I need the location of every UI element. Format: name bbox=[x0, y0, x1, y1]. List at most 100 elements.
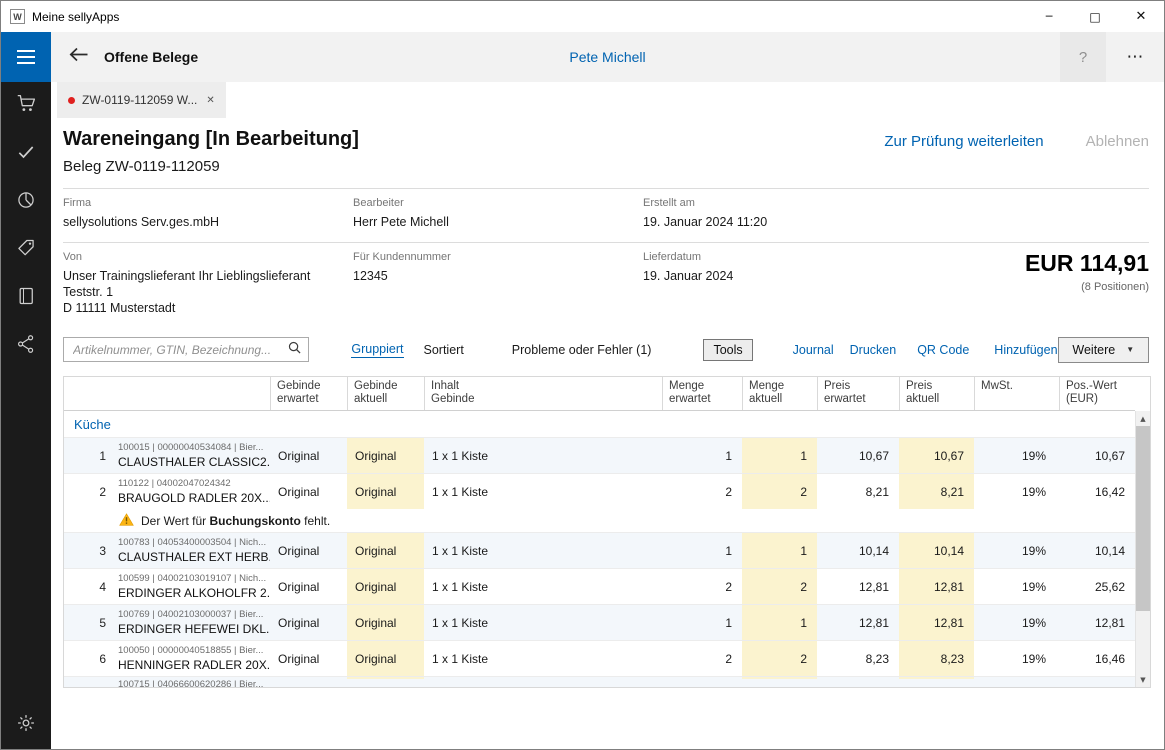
table-row[interactable]: 1 100015 | 00000040534084 | Bier... CLAU… bbox=[64, 437, 1135, 473]
gebinde-aktuell-cell[interactable]: Original bbox=[347, 569, 424, 604]
journal-link[interactable]: Journal bbox=[793, 343, 834, 357]
list-toolbar: Gruppiert Sortiert Probleme oder Fehler … bbox=[63, 336, 1149, 363]
sidebar-item-reports[interactable] bbox=[1, 178, 51, 226]
scrollbar-thumb[interactable] bbox=[1136, 426, 1150, 611]
tools-button[interactable]: Tools bbox=[703, 339, 752, 361]
row-number: 5 bbox=[64, 605, 114, 640]
gebinde-aktuell-cell[interactable] bbox=[347, 677, 424, 679]
menge-aktuell-cell[interactable]: 2 bbox=[742, 569, 817, 604]
col-header-gebinde-aktuell[interactable]: Gebinde aktuell bbox=[347, 377, 424, 410]
field-erstellt-am: Erstellt am 19. Januar 2024 11:20 bbox=[643, 197, 1149, 230]
sidebar-item-share[interactable] bbox=[1, 322, 51, 370]
search-icon[interactable] bbox=[288, 341, 301, 359]
gebinde-erwartet-cell bbox=[270, 677, 347, 679]
sidebar-item-settings[interactable] bbox=[1, 701, 51, 749]
maximize-button[interactable]: □ bbox=[1072, 1, 1118, 32]
pos-wert-cell: 25,62 bbox=[1059, 569, 1135, 604]
sidebar-item-cart[interactable] bbox=[1, 82, 51, 130]
menge-aktuell-cell[interactable] bbox=[742, 677, 817, 679]
gebinde-aktuell-cell[interactable]: Original bbox=[347, 474, 424, 509]
preis-erwartet-cell bbox=[817, 677, 899, 679]
preis-aktuell-cell[interactable]: 8,23 bbox=[899, 641, 974, 676]
row-number: 1 bbox=[64, 438, 114, 473]
article-cell: 100015 | 00000040534084 | Bier... CLAUST… bbox=[114, 438, 270, 473]
preis-aktuell-cell[interactable]: 12,81 bbox=[899, 569, 974, 604]
preis-aktuell-cell[interactable]: 12,81 bbox=[899, 605, 974, 640]
article-cell: 100769 | 04002103000037 | Bier... ERDING… bbox=[114, 605, 270, 640]
hamburger-menu-button[interactable] bbox=[1, 32, 51, 82]
article-name: HENNINGER RADLER 20X... bbox=[118, 658, 270, 672]
back-button[interactable] bbox=[64, 47, 92, 67]
menge-aktuell-cell[interactable]: 1 bbox=[742, 533, 817, 568]
table-row-partial[interactable]: 100715 | 04066600620286 | Bier... bbox=[64, 676, 1135, 687]
preis-aktuell-cell[interactable]: 8,21 bbox=[899, 474, 974, 509]
table-scrollbar[interactable]: ▲ ▼ bbox=[1135, 411, 1150, 687]
tab-wareneingang[interactable]: ZW-0119-112059 W... ✕ bbox=[57, 82, 226, 118]
row-number bbox=[64, 677, 114, 679]
group-row-kueche[interactable]: Küche bbox=[64, 411, 1135, 437]
filter-gruppiert[interactable]: Gruppiert bbox=[351, 342, 403, 358]
user-name[interactable]: Pete Michell bbox=[569, 49, 645, 65]
hinzufuegen-link[interactable]: Hinzufügen bbox=[994, 343, 1057, 357]
mwst-cell: 19% bbox=[974, 605, 1059, 640]
table-row[interactable]: 4 100599 | 04002103019107 | Nich... ERDI… bbox=[64, 568, 1135, 604]
col-header-pos-wert[interactable]: Pos.-Wert (EUR) bbox=[1059, 377, 1135, 410]
tab-close-icon[interactable]: ✕ bbox=[206, 95, 214, 106]
article-cell: 100050 | 00000040518855 | Bier... HENNIN… bbox=[114, 641, 270, 676]
sidebar-item-articles[interactable] bbox=[1, 226, 51, 274]
weitere-dropdown-button[interactable]: Weitere ▼ bbox=[1058, 337, 1149, 363]
menge-aktuell-cell[interactable]: 2 bbox=[742, 641, 817, 676]
preis-aktuell-cell[interactable]: 10,14 bbox=[899, 533, 974, 568]
col-header-menge-erwartet[interactable]: Menge erwartet bbox=[662, 377, 742, 410]
col-header-menge-aktuell[interactable]: Menge aktuell bbox=[742, 377, 817, 410]
gebinde-aktuell-cell[interactable]: Original bbox=[347, 605, 424, 640]
close-button[interactable]: ✕ bbox=[1118, 1, 1164, 32]
col-header-gebinde-erwartet[interactable]: Gebinde erwartet bbox=[270, 377, 347, 410]
col-header-preis-erwartet[interactable]: Preis erwartet bbox=[817, 377, 899, 410]
help-button[interactable]: ? bbox=[1060, 32, 1106, 82]
preis-aktuell-cell[interactable] bbox=[899, 677, 974, 679]
reject-button[interactable]: Ablehnen bbox=[1086, 133, 1149, 150]
col-header-mwst[interactable]: MwSt. bbox=[974, 377, 1059, 410]
table-row[interactable]: 5 100769 | 04002103000037 | Bier... ERDI… bbox=[64, 604, 1135, 640]
scrollbar-up-arrow[interactable]: ▲ bbox=[1136, 411, 1150, 426]
inhalt-cell: 1 x 1 Kiste bbox=[424, 474, 662, 509]
minimize-button[interactable]: ─ bbox=[1026, 1, 1072, 32]
menge-aktuell-cell[interactable]: 1 bbox=[742, 605, 817, 640]
more-options-button[interactable]: ⋯ bbox=[1106, 32, 1164, 82]
sidebar-item-journal[interactable] bbox=[1, 274, 51, 322]
table-row[interactable]: 6 100050 | 00000040518855 | Bier... HENN… bbox=[64, 640, 1135, 676]
inhalt-cell bbox=[424, 677, 662, 679]
table-row[interactable]: 3 100783 | 04053400003504 | Nich... CLAU… bbox=[64, 532, 1135, 568]
article-name: CLAUSTHALER EXT HERB... bbox=[118, 550, 270, 564]
gebinde-aktuell-cell[interactable]: Original bbox=[347, 438, 424, 473]
field-value: 12345 bbox=[353, 268, 643, 284]
search-input-box[interactable] bbox=[63, 337, 309, 362]
col-header-preis-aktuell[interactable]: Preis aktuell bbox=[899, 377, 974, 410]
sidebar bbox=[1, 32, 51, 749]
document-meta-row1: Firma sellysolutions Serv.ges.mbH Bearbe… bbox=[63, 188, 1149, 242]
sidebar-item-tasks[interactable] bbox=[1, 130, 51, 178]
scrollbar-down-arrow[interactable]: ▼ bbox=[1136, 672, 1150, 687]
table-row[interactable]: 2 110122 | 04002047024342 BRAUGOLD RADLE… bbox=[64, 473, 1135, 509]
gebinde-aktuell-cell[interactable]: Original bbox=[347, 641, 424, 676]
forward-for-review-button[interactable]: Zur Prüfung weiterleiten bbox=[884, 133, 1043, 150]
preis-aktuell-cell[interactable]: 10,67 bbox=[899, 438, 974, 473]
search-input[interactable] bbox=[71, 342, 288, 358]
menge-aktuell-cell[interactable]: 1 bbox=[742, 438, 817, 473]
menge-aktuell-cell[interactable]: 2 bbox=[742, 474, 817, 509]
mwst-cell: 19% bbox=[974, 533, 1059, 568]
qr-code-link[interactable]: QR Code bbox=[917, 343, 969, 357]
col-header-article bbox=[114, 377, 270, 410]
menge-erwartet-cell: 1 bbox=[662, 438, 742, 473]
filter-sortiert[interactable]: Sortiert bbox=[424, 343, 464, 357]
filter-probleme-fehler[interactable]: Probleme oder Fehler (1) bbox=[512, 343, 652, 357]
menge-erwartet-cell: 2 bbox=[662, 569, 742, 604]
gebinde-aktuell-cell[interactable]: Original bbox=[347, 533, 424, 568]
article-name: ERDINGER ALKOHOLFR 2... bbox=[118, 586, 270, 600]
drucken-link[interactable]: Drucken bbox=[850, 343, 897, 357]
article-code: 100050 | 00000040518855 | Bier... bbox=[118, 645, 263, 657]
article-name: CLAUSTHALER CLASSIC2... bbox=[118, 455, 270, 469]
col-header-inhalt-gebinde[interactable]: Inhalt Gebinde bbox=[424, 377, 662, 410]
row-number: 6 bbox=[64, 641, 114, 676]
